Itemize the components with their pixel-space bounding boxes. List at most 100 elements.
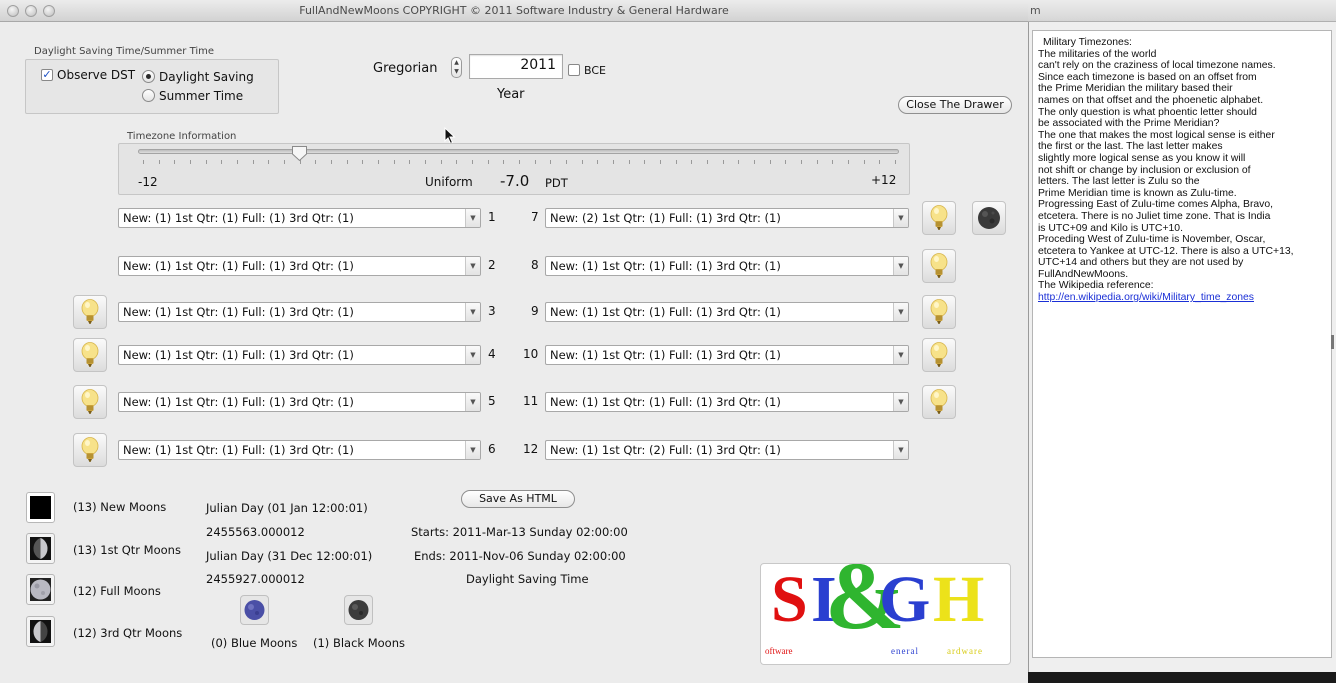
slider-tick	[143, 160, 144, 164]
lightbulb-icon[interactable]	[73, 433, 107, 467]
year-input[interactable]: 2011	[469, 54, 563, 79]
bce-label: BCE	[584, 64, 606, 77]
lightbulb-icon[interactable]	[922, 385, 956, 419]
month-5-phase-select[interactable]: New: (1) 1st Qtr: (1) Full: (1) 3rd Qtr:…	[118, 392, 481, 412]
slider-tick	[660, 160, 661, 164]
month-2-phase-select[interactable]: New: (1) 1st Qtr: (1) Full: (1) 3rd Qtr:…	[118, 256, 481, 276]
bce-checkbox[interactable]	[568, 64, 580, 76]
moon-icon[interactable]	[972, 201, 1006, 235]
dropdown-arrow-icon: ▼	[893, 303, 908, 321]
black-moon-icon[interactable]	[344, 595, 373, 625]
slider-tick	[519, 160, 520, 164]
month-7-phase-select[interactable]: New: (2) 1st Qtr: (1) Full: (1) 3rd Qtr:…	[545, 208, 909, 228]
dropdown-arrow-icon: ▼	[465, 346, 480, 364]
month-4-phase-select[interactable]: New: (1) 1st Qtr: (1) Full: (1) 3rd Qtr:…	[118, 345, 481, 365]
lightbulb-icon[interactable]	[73, 295, 107, 329]
slider-tick	[628, 160, 630, 164]
drawer-title-bar: m	[1028, 0, 1336, 22]
slider-tick	[315, 160, 317, 164]
julian-end-value: 2455927.000012	[206, 572, 305, 586]
month-11-phase-select[interactable]: New: (1) 1st Qtr: (1) Full: (1) 3rd Qtr:…	[545, 392, 909, 412]
timezone-abbrev: PDT	[545, 176, 568, 190]
slider-tick	[738, 160, 740, 164]
wikipedia-link[interactable]: http://en.wikipedia.org/wiki/Military_ti…	[1038, 292, 1254, 303]
lightbulb-icon[interactable]	[73, 385, 107, 419]
third-quarter-moons-count: (12) 3rd Qtr Moons	[73, 626, 183, 640]
month-phase-text: New: (1) 1st Qtr: (1) Full: (1) 3rd Qtr:…	[123, 211, 354, 225]
lightbulb-icon[interactable]	[73, 338, 107, 372]
lightbulb-icon[interactable]	[922, 249, 956, 283]
month-6-phase-select[interactable]: New: (1) 1st Qtr: (1) Full: (1) 3rd Qtr:…	[118, 440, 481, 460]
month-1-phase-select[interactable]: New: (1) 1st Qtr: (1) Full: (1) 3rd Qtr:…	[118, 208, 481, 228]
slider-tick	[221, 160, 223, 164]
summer-time-radio[interactable]	[142, 89, 155, 102]
timezone-max-label: +12	[871, 173, 897, 187]
dst-period-label: Daylight Saving Time	[466, 572, 589, 586]
observe-dst-checkbox[interactable]: ✓	[41, 69, 53, 81]
drawer-text-line: Progressing East of Zulu-time comes Alph…	[1038, 199, 1274, 211]
month-8-phase-select[interactable]: New: (1) 1st Qtr: (1) Full: (1) 3rd Qtr:…	[545, 256, 909, 276]
slider-tick	[879, 160, 881, 164]
dropdown-arrow-icon: ▼	[893, 346, 908, 364]
drawer-text-line: UTC+14 and others but they are not used …	[1038, 257, 1244, 269]
calendar-label: Gregorian	[373, 61, 438, 76]
timezone-group-label: Timezone Information	[127, 131, 237, 142]
month-number-label: 12	[523, 442, 539, 456]
slider-tick	[581, 160, 583, 164]
timezone-slider-track[interactable]	[138, 149, 899, 154]
drawer-text-line: the Prime Meridian the military based th…	[1038, 83, 1233, 95]
drawer-text-line: be associated with the Prime Meridian?	[1038, 118, 1220, 130]
slider-tick	[754, 160, 755, 164]
first-quarter-moon-icon	[26, 533, 55, 564]
month-phase-text: New: (1) 1st Qtr: (1) Full: (1) 3rd Qtr:…	[550, 259, 781, 273]
slider-tick	[440, 160, 442, 164]
drawer-text-line: can't rely on the craziness of local tim…	[1038, 60, 1276, 72]
month-phase-text: New: (1) 1st Qtr: (1) Full: (1) 3rd Qtr:…	[123, 395, 354, 409]
first-quarter-moons-count: (13) 1st Qtr Moons	[73, 543, 181, 557]
summer-time-label: Summer Time	[159, 89, 244, 103]
month-number-label: 7	[531, 210, 539, 224]
month-phase-text: New: (1) 1st Qtr: (1) Full: (1) 3rd Qtr:…	[123, 305, 354, 319]
month-number-label: 1	[488, 210, 496, 224]
new-moons-count: (13) New Moons	[73, 500, 167, 514]
dst-ends: Ends: 2011-Nov-06 Sunday 02:00:00	[414, 549, 626, 563]
logo-letter-g: G	[879, 563, 931, 636]
month-phase-text: New: (1) 1st Qtr: (1) Full: (1) 3rd Qtr:…	[123, 259, 354, 273]
calendar-stepper[interactable]: ▲ ▼	[451, 57, 462, 78]
close-drawer-button[interactable]: Close The Drawer	[898, 96, 1012, 114]
black-moons-count: (1) Black Moons	[313, 636, 405, 650]
slider-tick	[205, 160, 207, 164]
lightbulb-icon[interactable]	[922, 295, 956, 329]
month-number-label: 3	[488, 304, 496, 318]
slider-tick	[832, 160, 834, 164]
month-12-phase-select[interactable]: New: (1) 1st Qtr: (2) Full: (1) 3rd Qtr:…	[545, 440, 909, 460]
slider-tick	[472, 160, 473, 164]
slider-tick	[409, 160, 411, 164]
slider-tick	[816, 160, 818, 164]
slider-tick	[566, 160, 567, 164]
blue-moon-icon[interactable]	[240, 595, 269, 625]
month-10-phase-select[interactable]: New: (1) 1st Qtr: (1) Full: (1) 3rd Qtr:…	[545, 345, 909, 365]
month-phase-text: New: (1) 1st Qtr: (2) Full: (1) 3rd Qtr:…	[550, 443, 781, 457]
dropdown-arrow-icon: ▼	[465, 303, 480, 321]
lightbulb-icon[interactable]	[922, 338, 956, 372]
drawer-text-line: Military Timezones:	[1043, 37, 1132, 48]
window-title: FullAndNewMoons COPYRIGHT © 2011 Softwar…	[299, 4, 729, 17]
logo-letter-h: H	[933, 563, 985, 636]
slider-tick	[456, 160, 458, 164]
month-3-phase-select[interactable]: New: (1) 1st Qtr: (1) Full: (1) 3rd Qtr:…	[118, 302, 481, 322]
dropdown-arrow-icon: ▼	[893, 209, 908, 227]
month-phase-text: New: (1) 1st Qtr: (1) Full: (1) 3rd Qtr:…	[550, 395, 781, 409]
save-as-html-button[interactable]: Save As HTML	[461, 490, 575, 508]
month-9-phase-select[interactable]: New: (1) 1st Qtr: (1) Full: (1) 3rd Qtr:…	[545, 302, 909, 322]
timezone-slider-thumb[interactable]	[291, 145, 308, 162]
daylight-saving-radio[interactable]	[142, 70, 155, 83]
drawer-text-line: is UTC+09 and Kilo is UTC+10.	[1038, 222, 1183, 234]
lightbulb-icon[interactable]	[922, 201, 956, 235]
slider-tick	[550, 160, 552, 164]
info-drawer: Military Timezones: The militaries of the…	[1028, 22, 1336, 672]
drawer-text-view[interactable]: Military Timezones: The militaries of the…	[1032, 30, 1332, 658]
month-number-label: 10	[523, 347, 539, 361]
slider-tick	[237, 160, 238, 164]
drawer-resize-grip[interactable]	[1331, 335, 1334, 349]
